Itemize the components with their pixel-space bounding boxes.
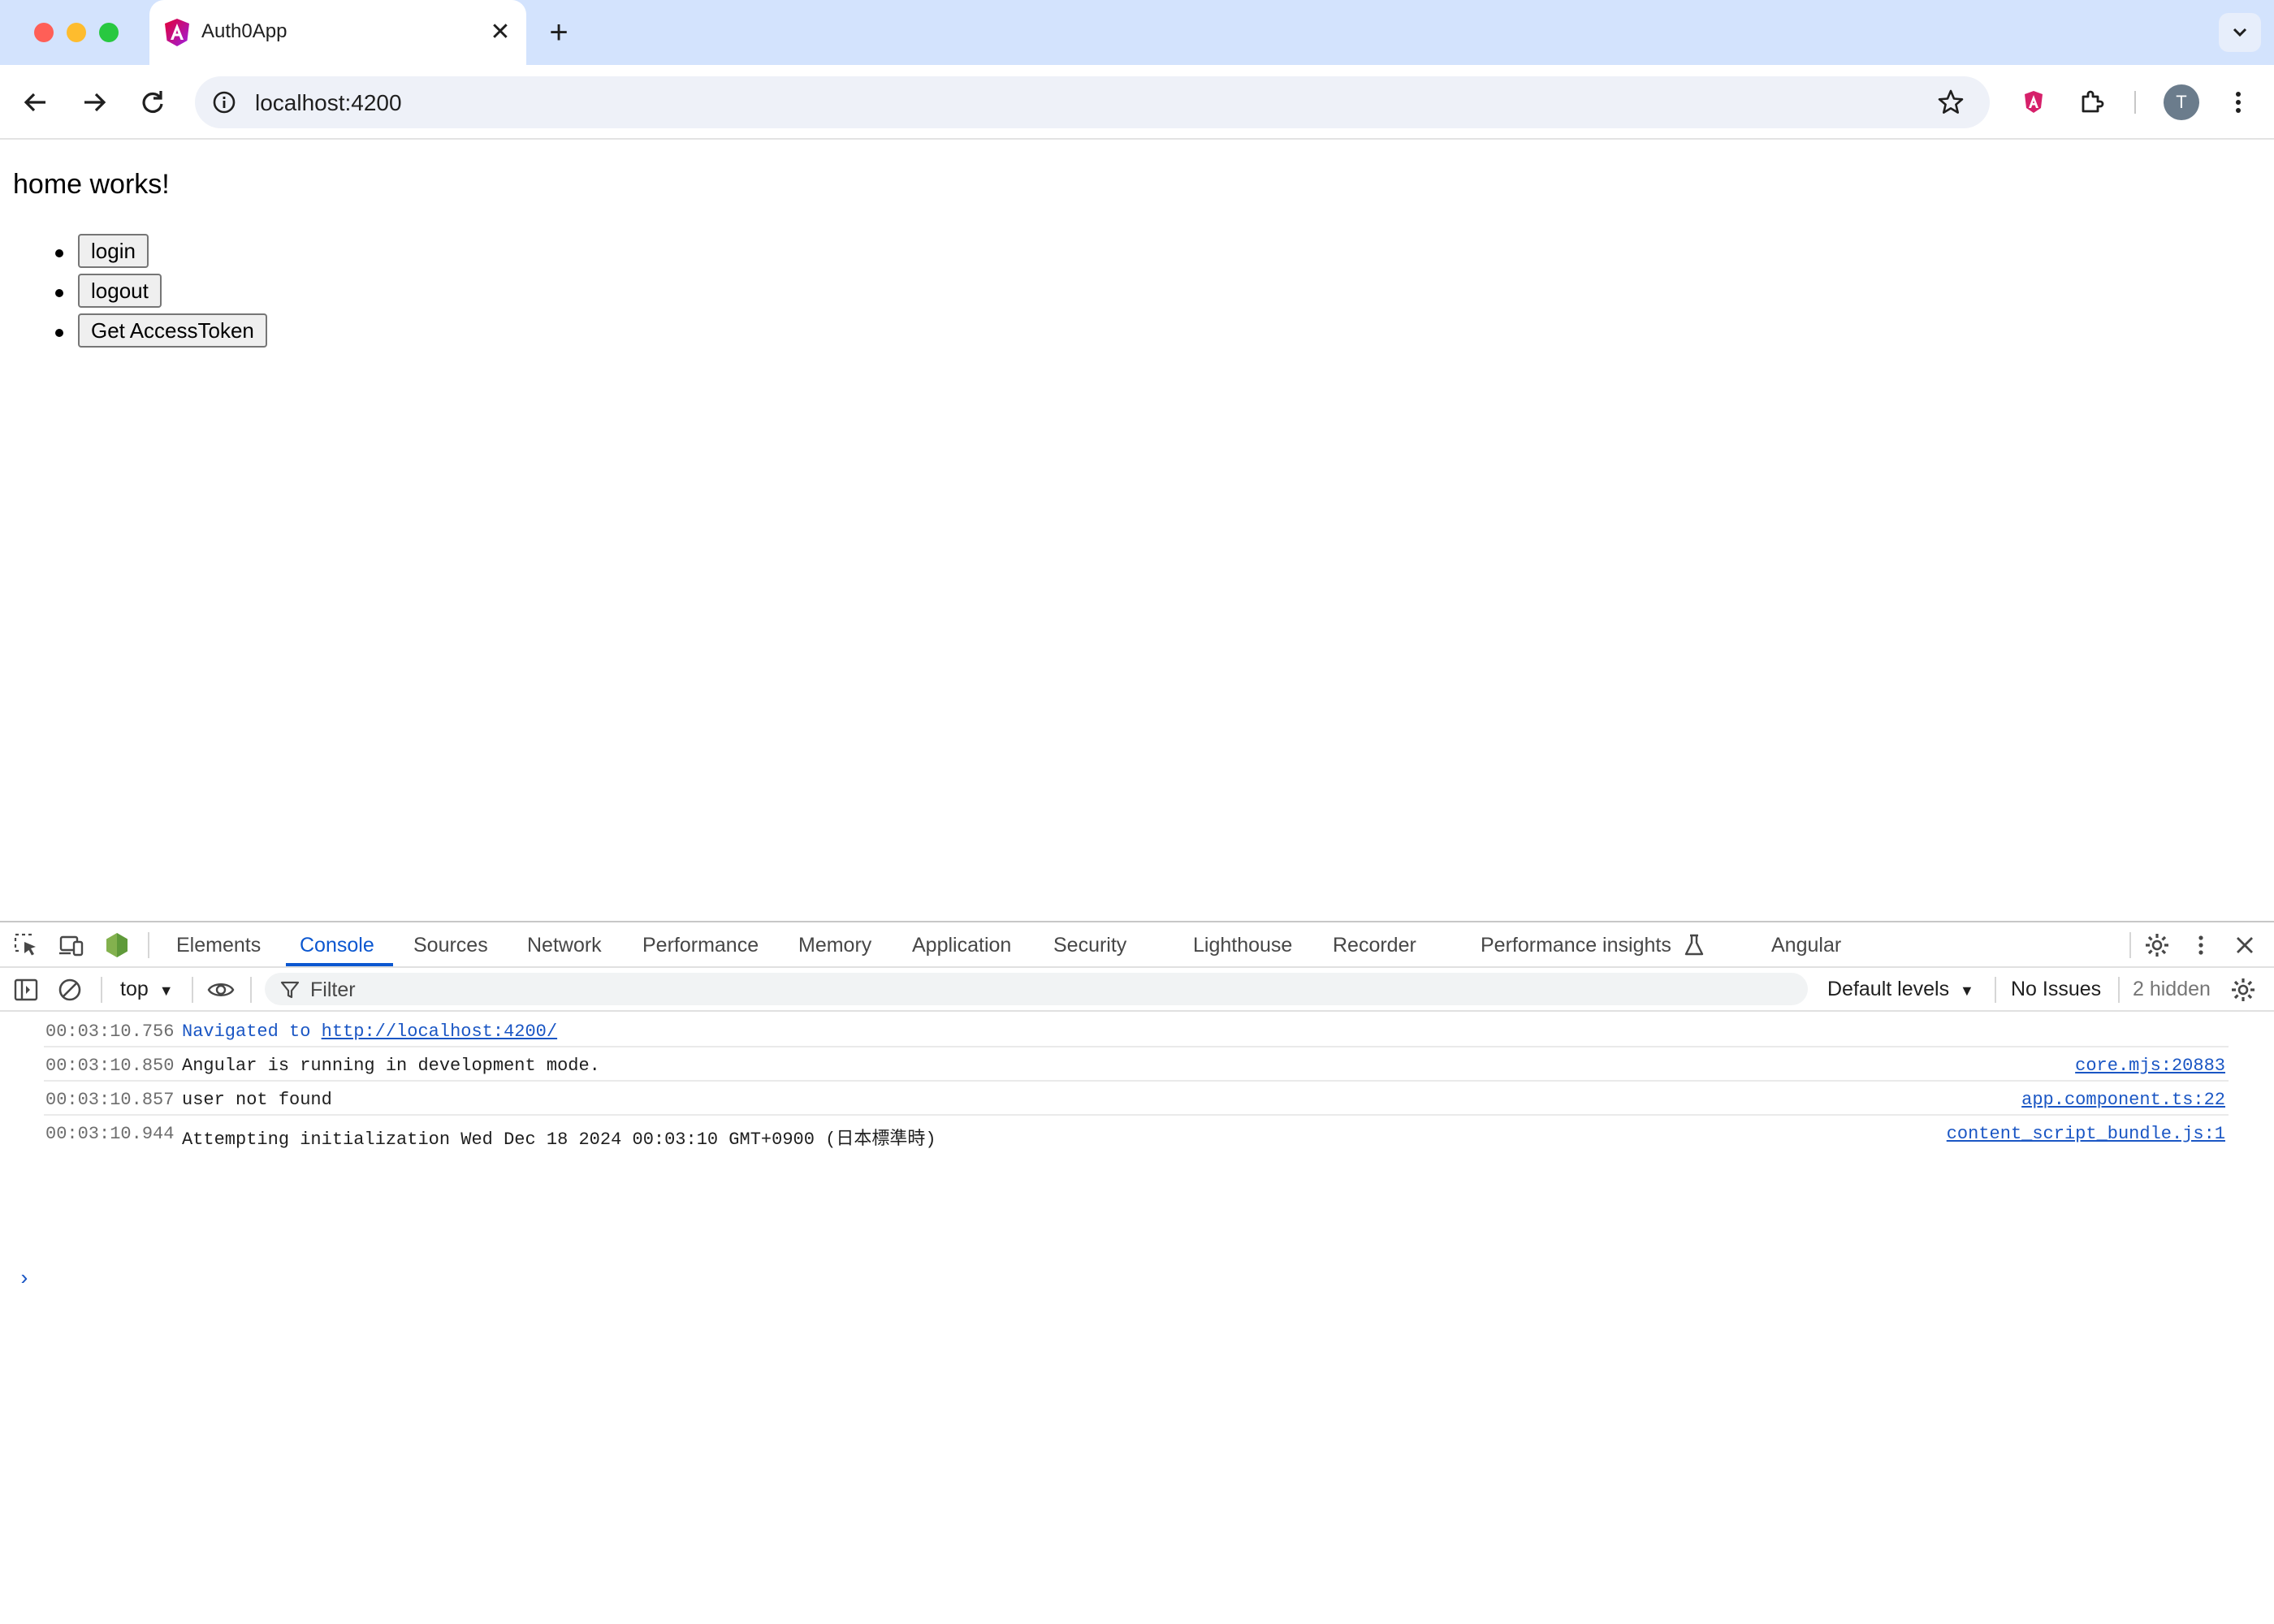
profile-avatar[interactable]: T xyxy=(2164,84,2199,120)
angular-favicon-icon xyxy=(165,19,189,46)
tab-lighthouse[interactable]: Lighthouse xyxy=(1193,934,1292,957)
tab-elements[interactable]: Elements xyxy=(176,934,261,957)
more-vertical-icon[interactable] xyxy=(2219,83,2258,122)
tab-performance[interactable]: Performance xyxy=(642,934,759,957)
tab-close-icon[interactable]: ✕ xyxy=(486,18,515,47)
tab-search-button[interactable] xyxy=(2219,13,2261,52)
timestamp: 00:03:10.756 xyxy=(45,1021,175,1042)
console-message: user not found xyxy=(182,1090,332,1110)
page-content: home works! login logout Get AccessToken xyxy=(0,141,2274,921)
source-link[interactable]: app.component.ts:22 xyxy=(2021,1090,2225,1110)
context-selector[interactable]: top ▼ xyxy=(120,978,174,1001)
devtools-panel: Elements Console Sources Network Perform… xyxy=(0,921,2274,1624)
browser-tab[interactable]: Auth0App ✕ xyxy=(149,0,526,65)
console-row: 00:03:10.857 user not found app.componen… xyxy=(44,1082,2229,1116)
forward-arrow-icon[interactable] xyxy=(75,83,114,122)
console-message: Navigated to http://localhost:4200/ xyxy=(182,1021,557,1042)
console-toolbar: top ▼ Filter Default levels ▼ No Issues … xyxy=(0,968,2274,1012)
url-text[interactable]: localhost:4200 xyxy=(255,90,402,116)
message-text: Navigated to xyxy=(182,1021,322,1042)
hidden-messages-count: 2 hidden xyxy=(2133,978,2211,1000)
tab-performance-insights[interactable]: Performance insights xyxy=(1481,934,1671,957)
console-row: 00:03:10.756 Navigated to http://localho… xyxy=(44,1013,2229,1047)
timestamp: 00:03:10.944 xyxy=(45,1124,175,1144)
tab-angular[interactable]: Angular xyxy=(1771,934,1841,957)
dropdown-arrow-icon: ▼ xyxy=(158,983,174,999)
tab-security[interactable]: Security xyxy=(1053,934,1126,957)
device-toolbar-icon[interactable] xyxy=(57,931,86,960)
toolbar-separator xyxy=(148,932,149,958)
toolbar-separator xyxy=(2134,91,2136,114)
console-row: 00:03:10.850 Angular is running in devel… xyxy=(44,1047,2229,1082)
angular-devtools-extension-icon[interactable] xyxy=(2014,83,2053,122)
tab-sources[interactable]: Sources xyxy=(413,934,488,957)
source-link[interactable]: content_script_bundle.js:1 xyxy=(1947,1124,2225,1144)
extensions-puzzle-icon[interactable] xyxy=(2073,83,2112,122)
minimize-window-button[interactable] xyxy=(67,23,86,42)
new-tab-button[interactable]: + xyxy=(541,15,577,50)
tab-application[interactable]: Application xyxy=(912,934,1011,957)
toolbar-separator xyxy=(192,977,193,1003)
bookmark-star-icon[interactable] xyxy=(1935,86,1967,119)
maximize-window-button[interactable] xyxy=(99,23,119,42)
devtools-tab-bar: Elements Console Sources Network Perform… xyxy=(0,922,2274,968)
console-filter-input[interactable]: Filter xyxy=(265,973,1808,1005)
inspect-element-icon[interactable] xyxy=(11,931,41,960)
toolbar-separator xyxy=(250,977,252,1003)
login-button[interactable]: login xyxy=(78,234,149,268)
experiment-flask-icon xyxy=(1684,934,1704,956)
more-vertical-icon[interactable] xyxy=(2186,931,2216,960)
tab-console[interactable]: Console xyxy=(300,934,374,957)
logout-button[interactable]: logout xyxy=(78,274,162,308)
console-settings-gear-icon[interactable] xyxy=(2229,975,2258,1004)
tab-strip: Auth0App ✕ + xyxy=(0,0,2274,65)
console-message: Angular is running in development mode. xyxy=(182,1056,600,1076)
navigated-url-link[interactable]: http://localhost:4200/ xyxy=(322,1021,557,1042)
list-item: logout xyxy=(55,274,267,313)
address-bar[interactable]: localhost:4200 xyxy=(195,76,1990,128)
toolbar-separator xyxy=(2129,932,2131,958)
close-window-button[interactable] xyxy=(34,23,54,42)
action-list: login logout Get AccessToken xyxy=(55,234,267,353)
dropdown-arrow-icon: ▼ xyxy=(1960,983,1974,999)
browser-toolbar: localhost:4200 T xyxy=(0,65,2274,140)
close-devtools-icon[interactable] xyxy=(2230,931,2259,960)
site-info-icon[interactable] xyxy=(210,88,239,117)
chevron-down-icon xyxy=(2233,28,2247,37)
clear-console-icon[interactable] xyxy=(55,975,84,1004)
tab-title: Auth0App xyxy=(201,20,287,42)
tab-recorder[interactable]: Recorder xyxy=(1333,934,1416,957)
tab-memory[interactable]: Memory xyxy=(798,934,871,957)
settings-gear-icon[interactable] xyxy=(2142,931,2172,960)
tab-network[interactable]: Network xyxy=(527,934,602,957)
sidebar-toggle-icon[interactable] xyxy=(11,975,41,1004)
toolbar-separator xyxy=(2118,977,2120,1003)
console-row: 00:03:10.944 Attempting initialization W… xyxy=(44,1116,2229,1150)
list-item: Get AccessToken xyxy=(55,313,267,353)
filter-placeholder: Filter xyxy=(310,978,356,1001)
console-messages: 00:03:10.756 Navigated to http://localho… xyxy=(0,1013,2274,1291)
reload-icon[interactable] xyxy=(133,83,172,122)
source-link[interactable]: core.mjs:20883 xyxy=(2075,1056,2225,1076)
filter-funnel-icon xyxy=(280,981,300,999)
list-item: login xyxy=(55,234,267,274)
toolbar-separator xyxy=(101,977,102,1003)
context-value: top xyxy=(120,978,149,1000)
live-expression-eye-icon[interactable] xyxy=(206,975,236,1004)
node-js-icon[interactable] xyxy=(102,931,132,960)
console-prompt-icon[interactable]: › xyxy=(18,1267,31,1291)
log-levels-dropdown[interactable]: Default levels ▼ xyxy=(1827,978,1974,1001)
toolbar-separator xyxy=(1995,977,1996,1003)
log-levels-value: Default levels xyxy=(1827,978,1950,1000)
back-arrow-icon[interactable] xyxy=(16,83,55,122)
get-access-token-button[interactable]: Get AccessToken xyxy=(78,313,267,348)
timestamp: 00:03:10.857 xyxy=(45,1090,175,1110)
console-message: Attempting initialization Wed Dec 18 202… xyxy=(182,1129,936,1150)
active-tab-indicator xyxy=(286,963,393,966)
page-heading: home works! xyxy=(13,169,170,200)
issues-counter[interactable]: No Issues xyxy=(2011,978,2101,1001)
timestamp: 00:03:10.850 xyxy=(45,1056,175,1076)
